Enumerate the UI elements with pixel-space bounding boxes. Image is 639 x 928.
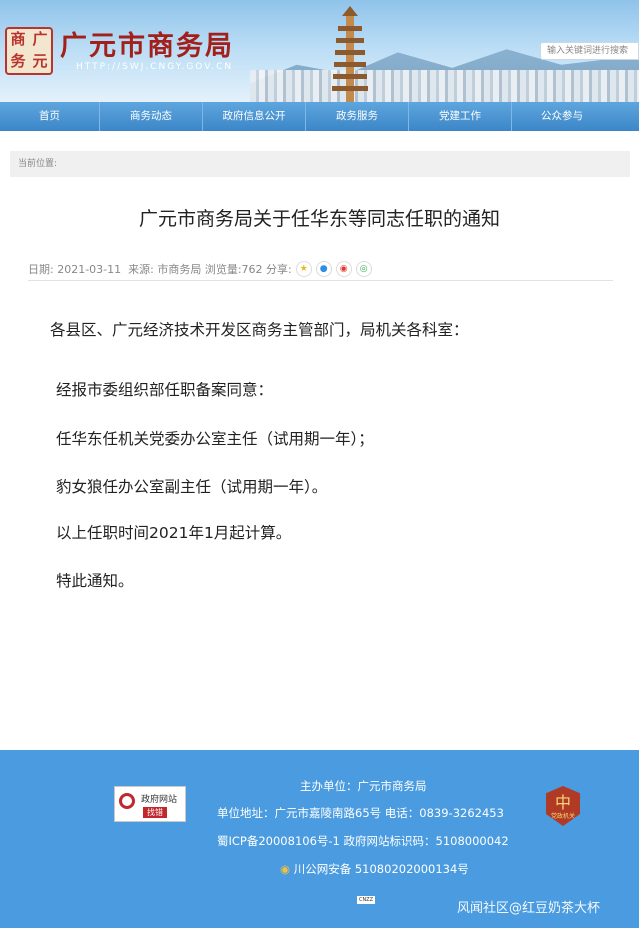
nav-item-public-participation[interactable]: 公众参与 (512, 102, 612, 131)
nav-item-gov-info[interactable]: 政府信息公开 (203, 102, 306, 131)
site-header: 商 广 务 元 广元市商务局 HTTP://SWJ.CNGY.GOV.CN 输入… (0, 0, 639, 102)
main-nav: 首页 商务动态 政府信息公开 政务服务 党建工作 公众参与 (0, 102, 639, 131)
article-salutation: 各县区、广元经济技术开发区商务主管部门，局机关各科室： (50, 321, 469, 339)
logo-char: 务 (10, 52, 26, 70)
footer-address: 单位地址：广元市嘉陵南路65号 电话：0839-3262453 (217, 806, 504, 820)
site-logo[interactable]: 商 广 务 元 (5, 27, 53, 75)
site-url: HTTP://SWJ.CNGY.GOV.CN (76, 62, 234, 72)
police-badge-icon: ◉ (280, 862, 291, 876)
gov-badge-title: 政府网站 (141, 795, 178, 805)
breadcrumb: 当前位置: (10, 151, 630, 177)
gov-site-error-report-badge[interactable]: 政府网站 找错 (114, 786, 186, 822)
article-paragraph: 任华东任机关党委办公室主任（试用期一年）； (56, 430, 374, 448)
article-paragraph: 以上任职时间2021年1月起计算。 (56, 524, 292, 542)
site-title[interactable]: 广元市商务局 (60, 24, 234, 63)
footer-icp[interactable]: 蜀ICP备20008106号-1 政府网站标识码：5108000042 (217, 833, 509, 849)
tower-illustration (332, 6, 368, 102)
footer-police-record[interactable]: ◉ 川公网安备 51080202000134号 (280, 861, 469, 877)
gov-badge-sub: 找错 (143, 807, 167, 818)
article-paragraph: 豹女狼任办公室副主任（试用期一年）。 (56, 478, 328, 496)
qzone-icon[interactable]: ★ (295, 261, 312, 277)
city-backdrop (250, 70, 639, 102)
weibo-icon[interactable]: ◉ (335, 261, 352, 277)
watermark: 风闻社区@红豆奶茶大杯 (457, 901, 601, 916)
cnzz-stats-icon[interactable]: CNZZ (357, 896, 375, 904)
nav-item-gov-services[interactable]: 政务服务 (306, 102, 409, 131)
meta-text: 日期: 2021-03-11 来源: 市商务局 浏览量:762 分享: (28, 263, 292, 276)
article-closing: 特此通知。 (56, 572, 134, 590)
footer-sponsor: 主办单位：广元市商务局 (300, 779, 427, 793)
qq-icon[interactable]: ● (315, 261, 332, 277)
article-title: 广元市商务局关于任华东等同志任职的通知 (138, 208, 500, 230)
wechat-icon[interactable]: ◎ (355, 261, 372, 277)
article-meta: 日期: 2021-03-11 来源: 市商务局 浏览量:762 分享: ★ ● … (28, 258, 613, 281)
share-icons: ★ ● ◉ ◎ (295, 261, 372, 277)
party-emblem-icon: 中 (554, 793, 571, 812)
magnifier-icon (119, 793, 135, 809)
nav-item-home[interactable]: 首页 (0, 102, 100, 131)
logo-char: 广 (32, 30, 48, 48)
article-paragraph: 经报市委组织部任职备案同意： (56, 381, 274, 399)
logo-char: 商 (10, 30, 26, 48)
nav-item-party-building[interactable]: 党建工作 (409, 102, 512, 131)
search-input[interactable]: 输入关键词进行搜索 (540, 42, 639, 60)
logo-char: 元 (32, 52, 48, 70)
nav-item-business-news[interactable]: 商务动态 (100, 102, 203, 131)
